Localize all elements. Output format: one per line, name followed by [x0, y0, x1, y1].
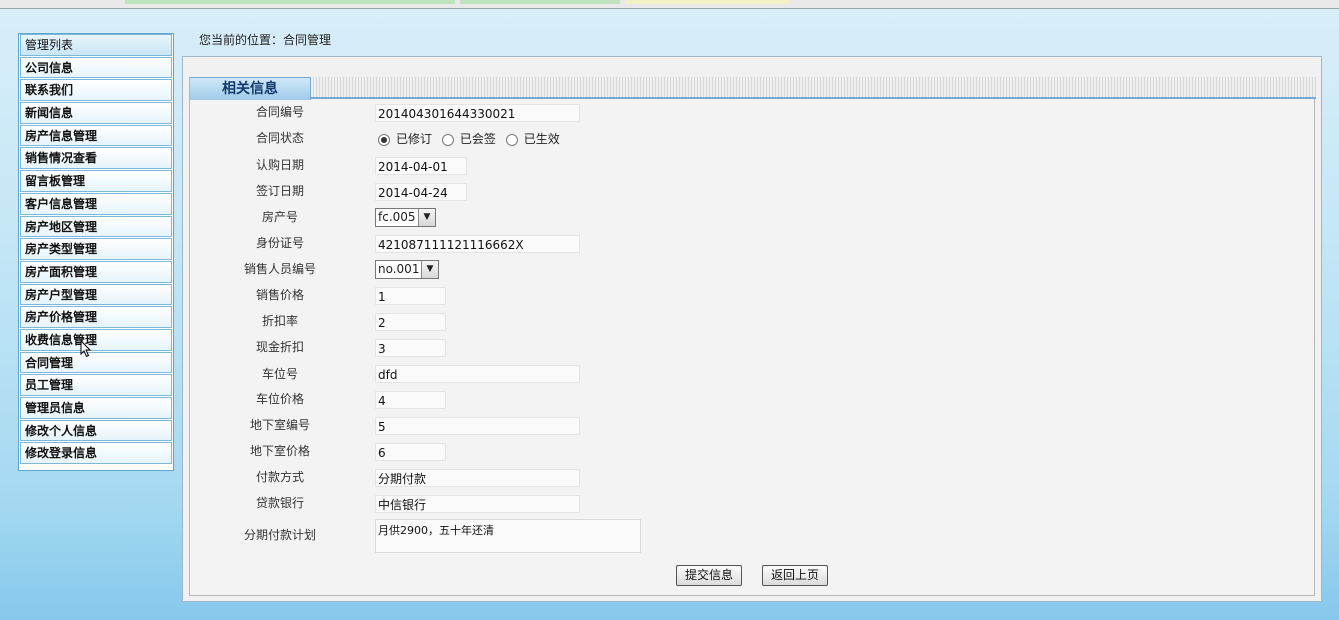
status-effective-label: 已生效 — [523, 132, 560, 146]
sale-price-label: 销售价格 — [255, 288, 304, 302]
loan-bank-field[interactable]: 中信银行 — [375, 495, 580, 513]
sidebar-item-login-info[interactable]: 修改登录信息 — [20, 442, 172, 465]
installment-plan-label: 分期付款计划 — [243, 528, 316, 542]
property-no-value: fc.005 — [378, 210, 416, 224]
chevron-down-icon[interactable]: ▼ — [421, 261, 438, 278]
cash-discount-field[interactable]: 3 — [375, 339, 446, 357]
sidebar-item-property-price[interactable]: 房产价格管理 — [20, 306, 172, 328]
id-card-field[interactable]: 421087111121116662X — [375, 235, 580, 253]
basement-no-field[interactable]: 5 — [375, 417, 580, 435]
sign-date-label: 签订日期 — [255, 184, 304, 198]
tab-related-info[interactable]: 相关信息 — [190, 77, 311, 100]
sidebar-item-sales-view[interactable]: 销售情况查看 — [20, 147, 172, 170]
sales-person-label: 销售人员编号 — [243, 262, 316, 276]
sidebar-item-property-region[interactable]: 房产地区管理 — [20, 215, 172, 238]
sidebar-item-fee-info[interactable]: 收费信息管理 — [20, 328, 172, 351]
id-card-label: 身份证号 — [255, 236, 304, 250]
status-countersigned-radio[interactable] — [441, 133, 454, 146]
submit-button[interactable]: 提交信息 — [676, 565, 743, 586]
subscribe-date-field[interactable]: 2014-04-01 — [375, 157, 467, 175]
installment-plan-textarea[interactable]: 月供2900，五十年还清 — [375, 519, 641, 553]
sidebar-item-personal-info[interactable]: 修改个人信息 — [20, 419, 172, 442]
sidebar-header: 管理列表 — [20, 34, 172, 56]
basement-price-label: 地下室价格 — [249, 444, 310, 458]
tab-strip-segment — [125, 0, 455, 4]
tab-bar: 相关信息 — [190, 77, 1316, 100]
sidebar-menu: 管理列表 公司信息 联系我们 新闻信息 房产信息管理 销售情况查看 留言板管理 … — [18, 33, 174, 471]
sidebar-item-property-area[interactable]: 房产面积管理 — [20, 260, 172, 283]
tab-strip-segment — [625, 0, 790, 4]
status-revised-radio[interactable] — [378, 133, 390, 146]
sidebar-item-property-info[interactable]: 房产信息管理 — [20, 124, 172, 147]
mouse-cursor-icon — [80, 340, 92, 358]
status-revised-label: 已修订 — [396, 132, 433, 146]
cash-discount-label: 现金折扣 — [255, 340, 304, 354]
basement-no-label: 地下室编号 — [249, 418, 310, 432]
back-button[interactable]: 返回上页 — [762, 565, 829, 586]
sidebar-item-company-info[interactable]: 公司信息 — [20, 56, 172, 79]
property-no-label: 房产号 — [261, 210, 298, 224]
parking-price-label: 车位价格 — [255, 392, 304, 406]
sidebar-item-property-type[interactable]: 房产类型管理 — [20, 238, 172, 260]
sidebar-item-admin-info[interactable]: 管理员信息 — [20, 397, 172, 419]
sidebar-item-news[interactable]: 新闻信息 — [20, 102, 172, 124]
discount-rate-field[interactable]: 2 — [375, 313, 446, 331]
payment-method-field[interactable]: 分期付款 — [375, 469, 580, 487]
parking-no-field[interactable]: dfd — [375, 365, 580, 383]
payment-method-label: 付款方式 — [255, 470, 304, 484]
parking-price-field[interactable]: 4 — [375, 391, 446, 409]
contract-no-field[interactable]: 201404301644330021 — [375, 104, 580, 122]
loan-bank-label: 贷款银行 — [255, 496, 304, 510]
sales-person-value: no.001 — [378, 262, 420, 276]
sidebar-item-contact-us[interactable]: 联系我们 — [20, 79, 172, 102]
contract-status-radio-group: 已修订 已会签 已生效 — [378, 130, 560, 148]
property-no-select[interactable]: fc.005 ▼ — [375, 208, 436, 227]
discount-rate-label: 折扣率 — [261, 314, 298, 328]
breadcrumb: 您当前的位置：合同管理 — [199, 33, 332, 47]
chevron-down-icon[interactable]: ▼ — [418, 209, 435, 226]
sale-price-field[interactable]: 1 — [375, 287, 446, 305]
status-effective-radio[interactable] — [505, 133, 518, 146]
parking-no-label: 车位号 — [261, 367, 298, 381]
subscribe-date-label: 认购日期 — [255, 158, 304, 172]
sales-person-select[interactable]: no.001 ▼ — [375, 260, 439, 279]
contract-status-label: 合同状态 — [255, 131, 304, 145]
sign-date-field[interactable]: 2014-04-24 — [375, 183, 467, 201]
browser-tab-strip — [0, 0, 1339, 9]
sidebar-item-property-layout[interactable]: 房产户型管理 — [20, 283, 172, 306]
sidebar-item-staff[interactable]: 员工管理 — [20, 374, 172, 396]
sidebar-item-message-board[interactable]: 留言板管理 — [20, 170, 172, 192]
sidebar-item-customer-info[interactable]: 客户信息管理 — [20, 192, 172, 215]
status-countersigned-label: 已会签 — [459, 132, 496, 146]
tab-strip-segment — [460, 0, 620, 4]
sidebar-item-contract[interactable]: 合同管理 — [20, 351, 172, 374]
contract-no-label: 合同编号 — [255, 105, 304, 119]
basement-price-field[interactable]: 6 — [375, 443, 446, 461]
